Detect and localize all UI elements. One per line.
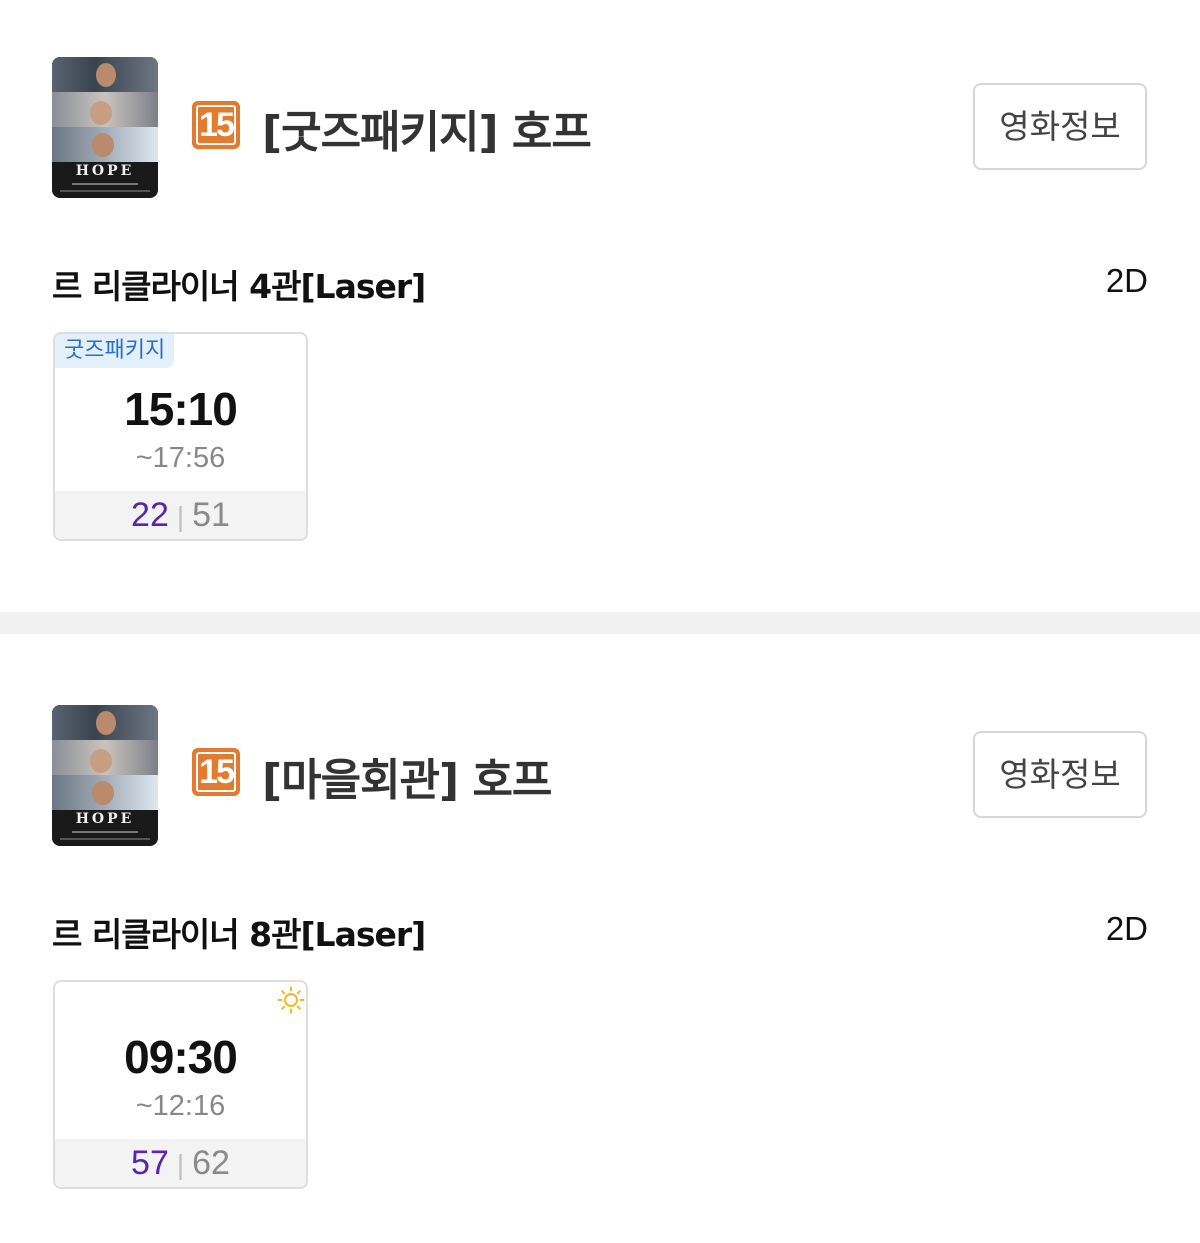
poster-title: HOPE [75,811,135,827]
movie-title: [굿즈패키지] 호프 [262,107,592,158]
start-time: 15:10 [124,383,238,435]
seats-available: 57 [131,1144,169,1182]
movie-info-button[interactable]: 영화정보 [973,731,1147,818]
start-time: 09:30 [124,1031,238,1083]
age-rating-badge: 15 [192,101,240,149]
movie-poster[interactable]: HOPE [52,705,158,846]
seats-separator: | [176,501,185,532]
screen-format: 2D [1105,910,1148,947]
hall-name: 르 리클라이너 4관[Laser] [52,267,426,306]
hall-name: 르 리클라이너 8관[Laser] [52,915,426,954]
movie-title: [마을회관] 호프 [262,755,552,806]
seat-availability: 57 | 62 [55,1139,306,1187]
sun-icon [277,986,305,1014]
age-rating-badge: 15 [192,748,240,796]
showtime-card[interactable]: 굿즈패키지 15:10 ~17:56 22 | 51 [53,332,308,541]
end-time: ~12:16 [135,1090,226,1122]
seats-separator: | [176,1149,185,1180]
movie-section-2: HOPE 15 [마을회관] 호프 영화정보 르 리클라이너 8관[Laser]… [0,634,1200,1243]
end-time: ~17:56 [135,442,226,474]
movie-section-1: HOPE 15 [굿즈패키지] 호프 영화정보 르 리클라이너 4관[Laser… [0,0,1200,612]
poster-title: HOPE [75,163,135,179]
seats-total: 51 [192,496,230,534]
package-tag: 굿즈패키지 [55,334,175,368]
seat-availability: 22 | 51 [55,491,306,539]
movie-info-button[interactable]: 영화정보 [973,83,1147,170]
showtime-card[interactable]: 09:30 ~12:16 57 | 62 [53,980,308,1189]
seats-total: 62 [192,1144,230,1182]
movie-poster[interactable]: HOPE [52,57,158,198]
screen-format: 2D [1105,262,1148,299]
section-divider [0,612,1200,634]
seats-available: 22 [131,496,169,534]
